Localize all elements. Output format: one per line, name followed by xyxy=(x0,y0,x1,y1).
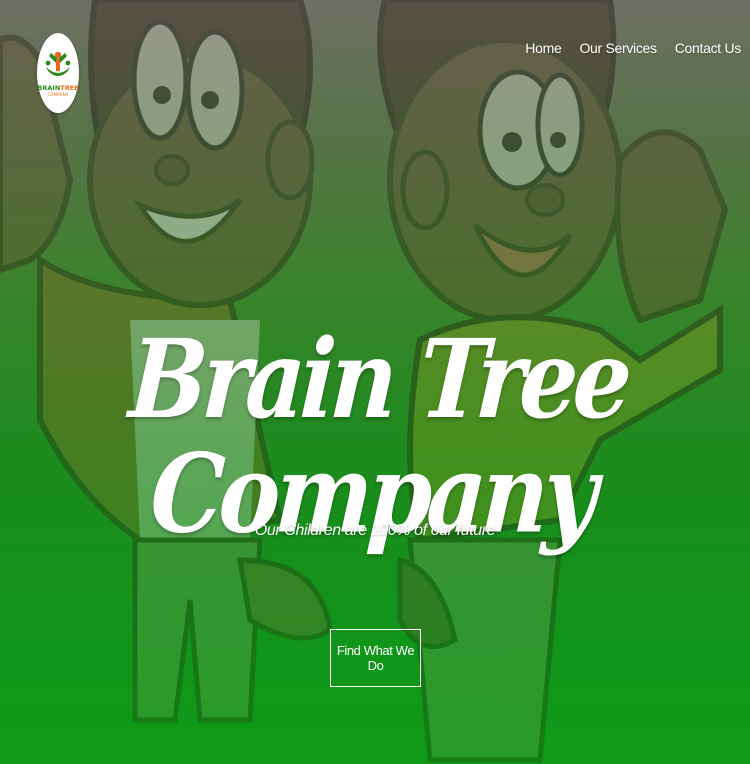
main-nav: Home Our Services Contact Us xyxy=(525,40,741,56)
nav-link-contact-us[interactable]: Contact Us xyxy=(675,40,742,56)
find-what-we-do-button[interactable]: Find What We Do xyxy=(330,629,421,687)
hero-headline: Brain Tree Company xyxy=(126,315,631,557)
logo-subtext: COMPANY xyxy=(47,91,69,97)
hero-section: BRAINTREE COMPANY Home Our Services Cont… xyxy=(0,0,750,764)
tree-people-icon xyxy=(45,52,71,77)
hero-tagline: Our Children are 100% of our future xyxy=(254,522,496,539)
brand-logo[interactable]: BRAINTREE COMPANY xyxy=(37,33,79,113)
logo-wordmark: BRAINTREE xyxy=(37,85,78,92)
nav-link-our-services[interactable]: Our Services xyxy=(579,40,657,56)
nav-link-home[interactable]: Home xyxy=(525,40,561,56)
